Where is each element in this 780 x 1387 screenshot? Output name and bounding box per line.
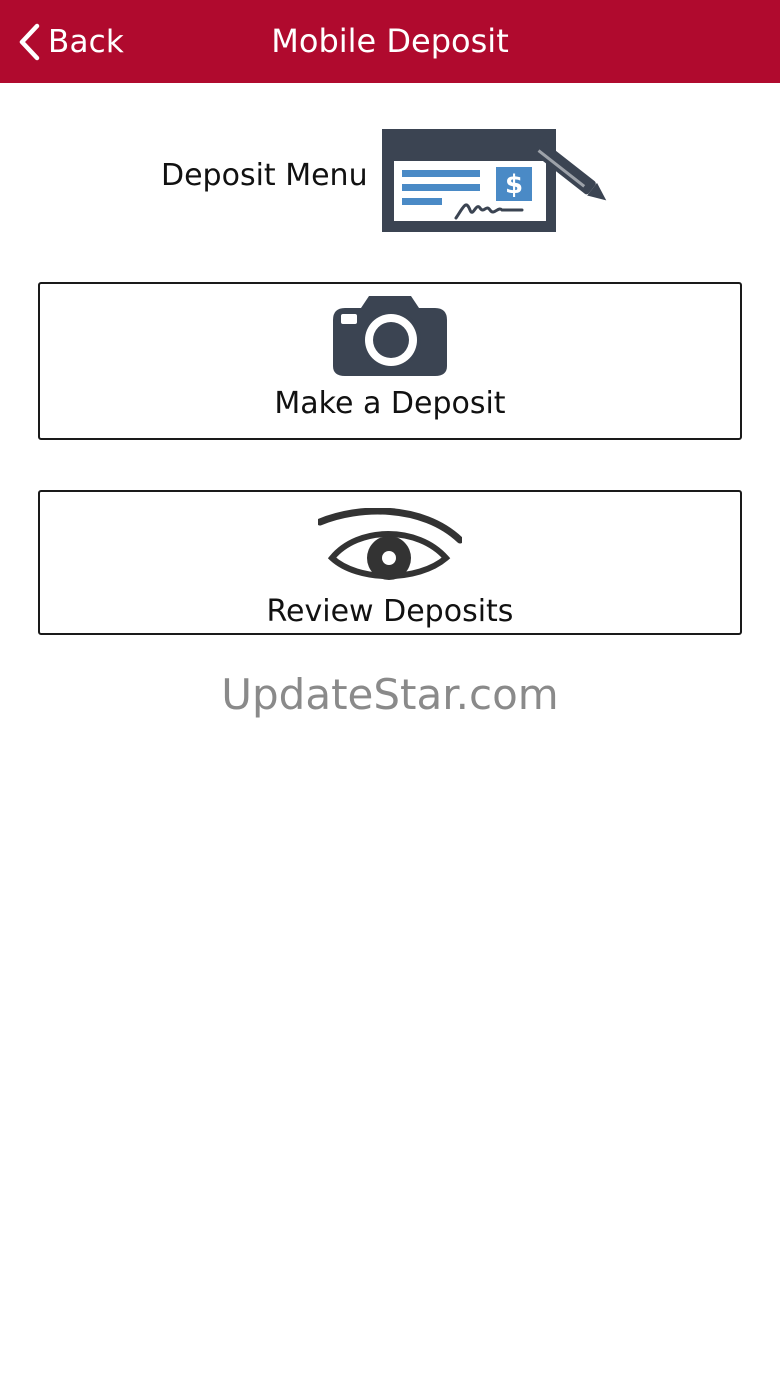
make-deposit-label: Make a Deposit bbox=[274, 386, 506, 421]
make-deposit-button[interactable]: Make a Deposit bbox=[38, 282, 742, 440]
review-deposits-button[interactable]: Review Deposits bbox=[38, 490, 742, 635]
deposit-menu-title: Deposit Menu bbox=[161, 158, 368, 193]
eye-icon bbox=[318, 508, 462, 580]
review-deposits-label: Review Deposits bbox=[266, 594, 514, 629]
svg-text:$: $ bbox=[505, 170, 523, 200]
camera-icon bbox=[333, 296, 447, 376]
nav-bar: Back Mobile Deposit bbox=[0, 0, 780, 83]
check-pen-icon: $ bbox=[382, 129, 607, 232]
page-title: Mobile Deposit bbox=[271, 22, 509, 60]
deposit-menu-header: Deposit Menu $ bbox=[0, 118, 780, 238]
watermark: UpdateStar.com bbox=[221, 670, 559, 719]
